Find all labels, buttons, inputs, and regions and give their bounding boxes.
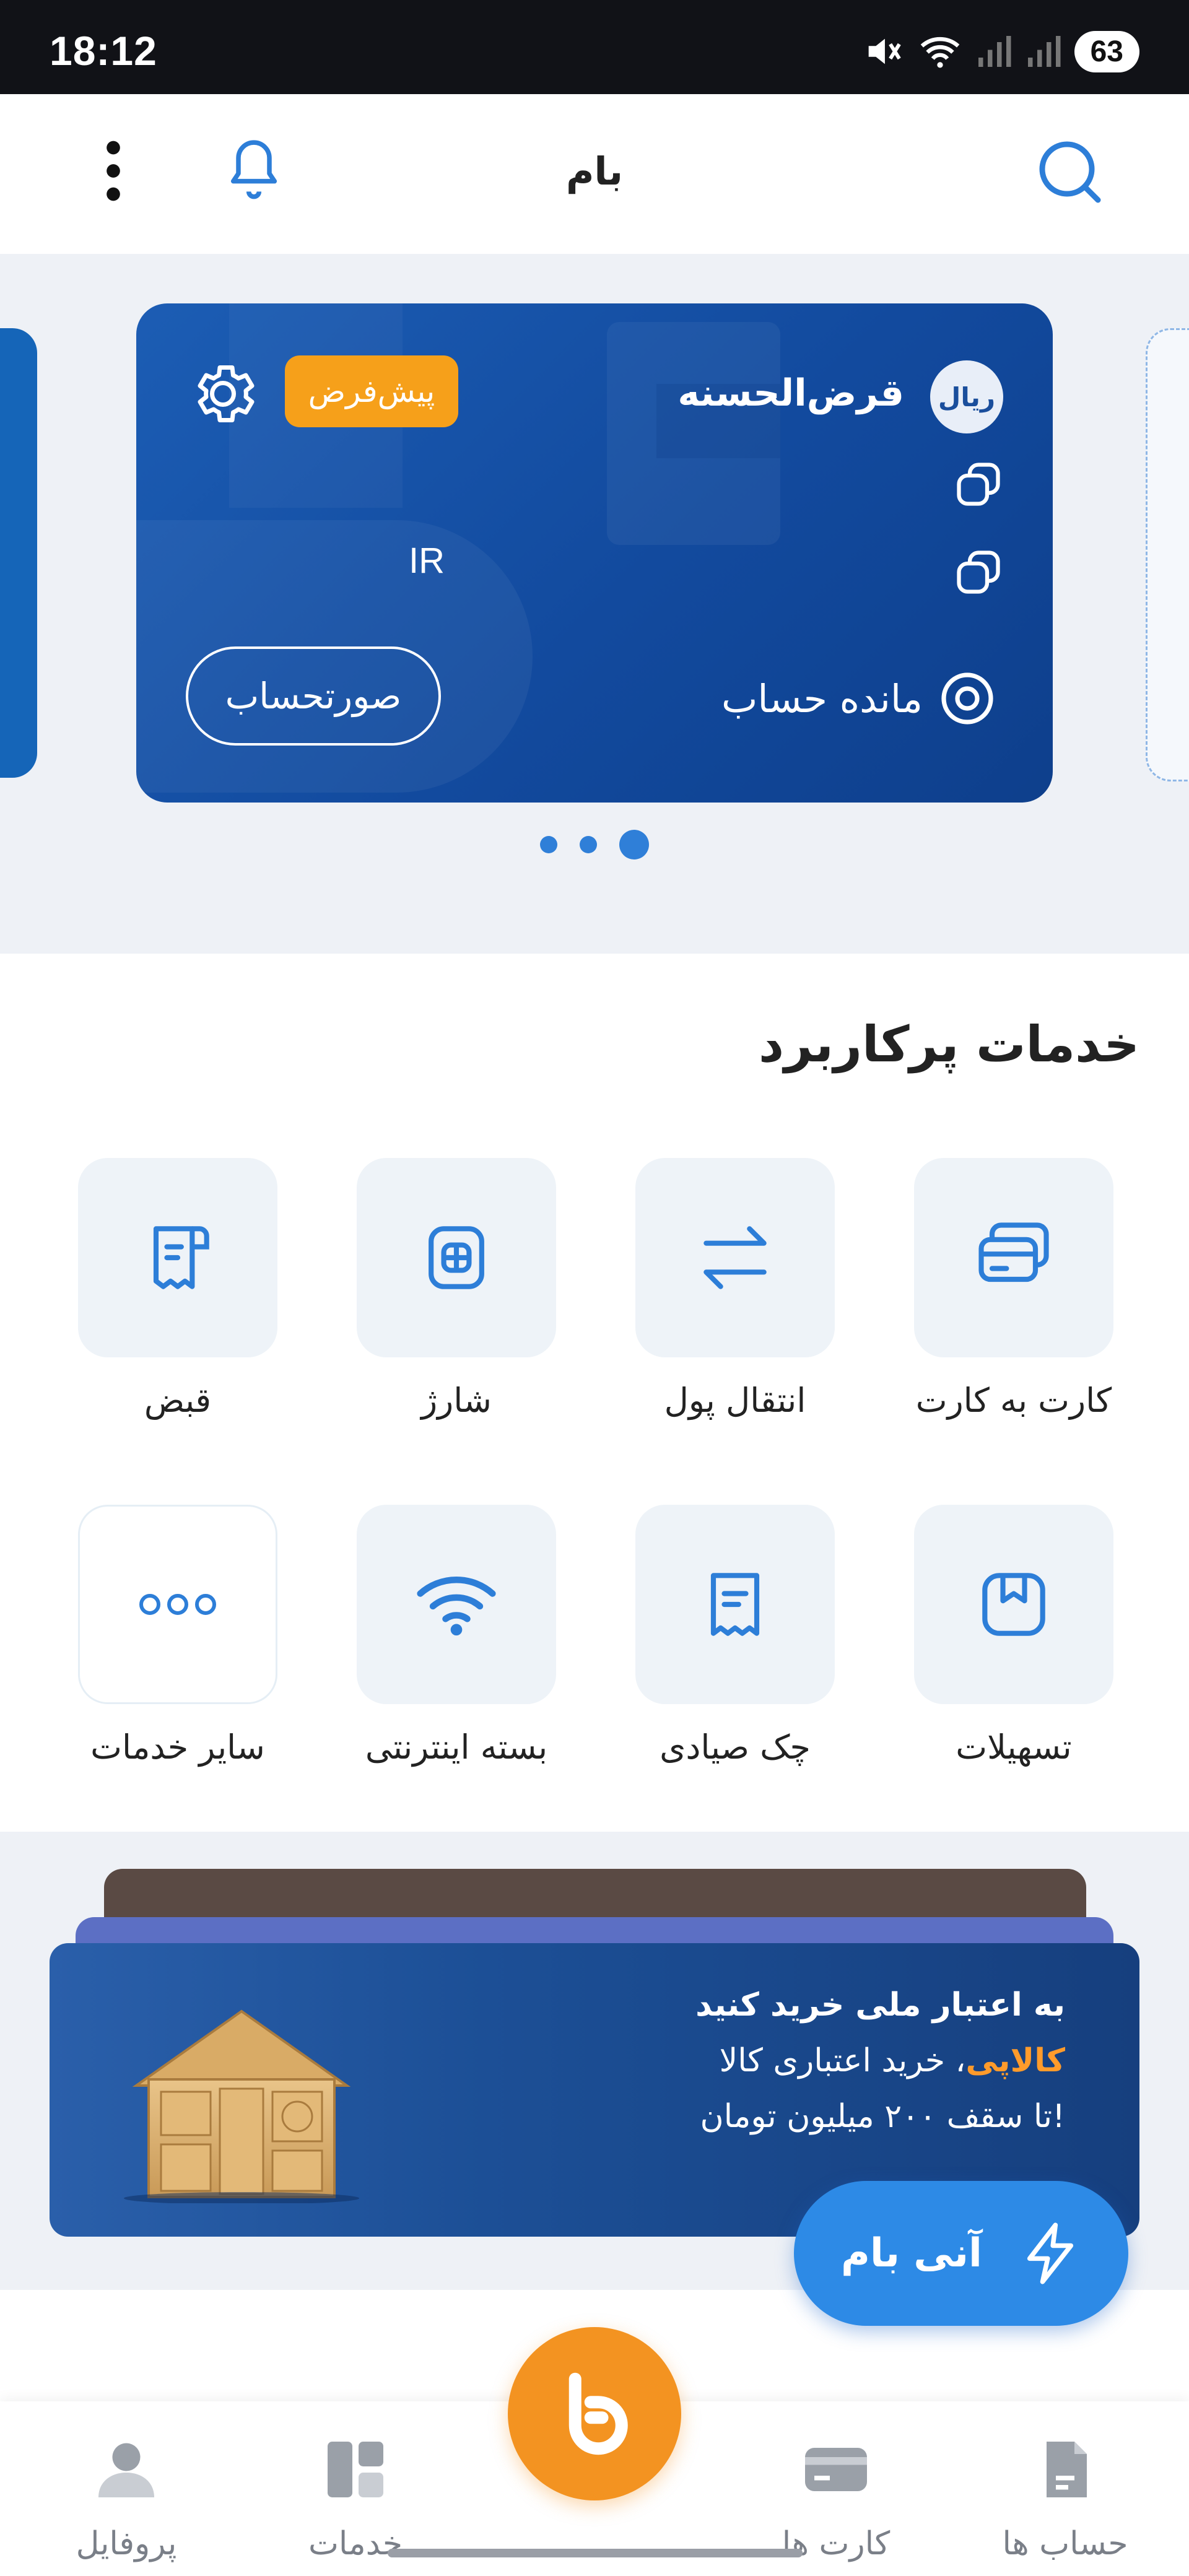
home-indicator: [388, 2549, 803, 2557]
service-money-transfer[interactable]: انتقال پول: [617, 1158, 852, 1424]
currency-badge: ریال: [930, 360, 1003, 433]
signal-icon: [975, 33, 1013, 70]
promo-subline: کالاپی، خرید اعتباری کالا: [695, 2042, 1065, 2079]
signal-icon-2: [1025, 33, 1062, 70]
nav-label: پروفایل: [76, 2525, 177, 2562]
nav-services[interactable]: خدمات: [263, 2432, 448, 2562]
statement-button[interactable]: صورتحساب: [186, 646, 441, 746]
service-label: سایر خدمات: [90, 1728, 265, 1767]
carousel-dot[interactable]: [580, 836, 597, 853]
status-bar: 18:12 63: [0, 0, 1189, 94]
service-tile[interactable]: [635, 1505, 835, 1704]
promo-headline: به اعتبار ملی خرید کنید: [695, 1986, 1065, 2024]
nav-profile[interactable]: پروفایل: [33, 2432, 219, 2562]
sim-card-icon: [429, 1226, 484, 1289]
transfer-icon: [703, 1226, 767, 1289]
status-icons: 63: [861, 30, 1139, 73]
accounts-icon: [1028, 2432, 1102, 2507]
balance-toggle[interactable]: مانده حساب: [721, 669, 997, 728]
carousel-pagination: [0, 830, 1189, 859]
service-tile[interactable]: [78, 1158, 277, 1357]
service-tile[interactable]: [357, 1505, 556, 1704]
service-sayad-cheque[interactable]: چک صیادی: [617, 1505, 852, 1771]
section-title: خدمات پرکاربرد: [759, 1016, 1139, 1073]
copy-iban-button[interactable]: [952, 546, 1004, 598]
bam-logo-icon: [568, 2372, 628, 2455]
service-card-to-card[interactable]: کارت به کارت: [895, 1158, 1131, 1424]
promo-subline-rest: ، خرید اعتباری کالا: [719, 2042, 966, 2079]
service-tile[interactable]: [78, 1505, 277, 1704]
account-carousel[interactable]: ریال قرض‌الحسنه پیش‌فرض IR صورتحساب ماند…: [0, 254, 1189, 954]
service-tile[interactable]: [914, 1158, 1113, 1357]
copy-icon: [957, 550, 1000, 594]
app-title: بام: [565, 149, 623, 194]
ani-bam-button[interactable]: آنی بام: [794, 2181, 1128, 2326]
previous-card-peek[interactable]: [0, 328, 37, 778]
promo-limit: تا سقف ۲۰۰ میلیون تومان!: [700, 2098, 1065, 2135]
service-label: شارژ: [421, 1381, 492, 1420]
bookmark-icon: [982, 1573, 1045, 1636]
service-label: بسته اینترنتی: [365, 1728, 548, 1767]
service-loans[interactable]: تسهیلات: [895, 1505, 1131, 1771]
wifi-icon: [417, 1577, 496, 1636]
wifi-status-icon: [917, 30, 963, 73]
status-time: 18:12: [50, 28, 157, 74]
service-label: کارت به کارت: [915, 1381, 1112, 1420]
service-label: انتقال پول: [664, 1381, 806, 1420]
appliances-house-illustration: [124, 2009, 359, 2203]
eye-icon: [938, 669, 997, 728]
nav-label: حساب ها: [1002, 2525, 1128, 2562]
service-other[interactable]: سایر خدمات: [59, 1505, 295, 1771]
copy-account-number-button[interactable]: [952, 458, 1004, 510]
cheque-icon: [710, 1573, 760, 1636]
service-charge[interactable]: شارژ: [338, 1158, 573, 1424]
app-header: بام: [0, 94, 1189, 255]
nav-accounts[interactable]: حساب ها: [972, 2432, 1158, 2562]
bell-icon: [230, 140, 277, 199]
service-internet-package[interactable]: بسته اینترنتی: [338, 1505, 573, 1771]
balance-label: مانده حساب: [721, 676, 923, 721]
service-label: تسهیلات: [956, 1728, 1072, 1767]
frequent-services-section: خدمات پرکاربرد کارت به کارت انتقال پول ش…: [0, 954, 1189, 1832]
service-tile[interactable]: [357, 1158, 556, 1357]
service-bill[interactable]: قبض: [59, 1158, 295, 1424]
ani-bam-label: آنی بام: [841, 2230, 982, 2276]
service-label: قبض: [144, 1381, 212, 1420]
service-label: چک صیادی: [660, 1728, 811, 1767]
mute-icon: [861, 30, 905, 73]
add-card-peek[interactable]: [1146, 328, 1189, 781]
notifications-button[interactable]: [223, 133, 285, 209]
service-tile[interactable]: [914, 1505, 1113, 1704]
account-card[interactable]: ریال قرض‌الحسنه پیش‌فرض IR صورتحساب ماند…: [136, 303, 1053, 803]
more-vertical-icon: [107, 141, 120, 201]
service-tile[interactable]: [635, 1158, 835, 1357]
bill-icon: [153, 1226, 209, 1289]
profile-icon: [89, 2432, 163, 2507]
copy-icon: [957, 463, 1000, 506]
promo-brand: کالاپی: [965, 2042, 1065, 2079]
promo-text: به اعتبار ملی خرید کنید کالاپی، خرید اعت…: [695, 1986, 1065, 2135]
lightning-icon: [1019, 2219, 1081, 2287]
carousel-dot-active[interactable]: [619, 830, 649, 859]
home-button[interactable]: [508, 2327, 681, 2500]
default-badge: پیش‌فرض: [285, 355, 458, 427]
services-icon: [318, 2432, 393, 2507]
more-dots-icon: [139, 1594, 217, 1615]
iban-prefix: IR: [409, 541, 445, 581]
card-icon: [799, 2432, 873, 2507]
nav-cards[interactable]: کارت ها: [743, 2432, 929, 2562]
battery-indicator: 63: [1074, 30, 1139, 72]
more-menu-button[interactable]: [104, 140, 123, 202]
carousel-dot[interactable]: [540, 836, 557, 853]
card-settings-button[interactable]: [186, 357, 260, 431]
account-type-label: قرض‌الحسنه: [677, 372, 904, 415]
gear-icon: [198, 365, 255, 422]
cards-icon: [978, 1222, 1049, 1282]
